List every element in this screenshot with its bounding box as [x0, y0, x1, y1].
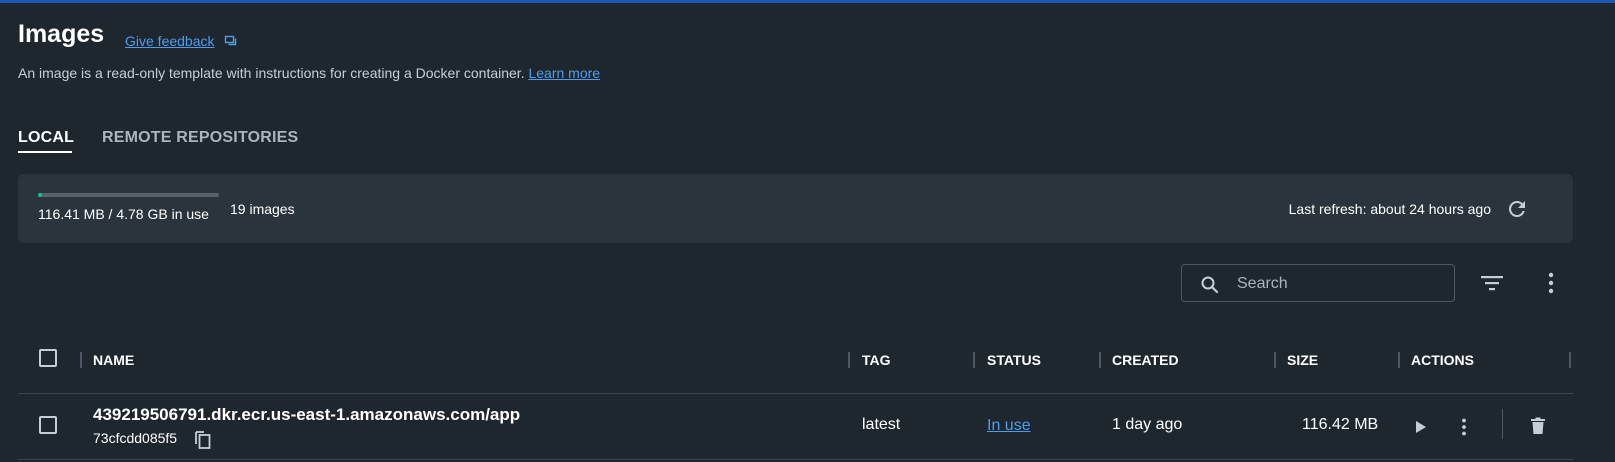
select-all-checkbox[interactable]	[39, 349, 57, 367]
image-name[interactable]: 439219506791.dkr.ecr.us-east-1.amazonaws…	[93, 405, 520, 425]
page-description: An image is a read-only template with in…	[18, 65, 600, 81]
feedback-icon[interactable]	[224, 34, 238, 48]
action-divider	[1502, 409, 1503, 439]
active-tab-indicator	[18, 151, 72, 153]
column-divider	[1569, 352, 1571, 368]
column-divider	[1099, 352, 1101, 368]
page-title: Images	[18, 20, 105, 48]
give-feedback-link[interactable]: Give feedback	[125, 33, 215, 49]
column-divider	[973, 352, 975, 368]
image-id: 73cfcdd085f5	[93, 430, 178, 446]
column-header-tag[interactable]: TAG	[862, 352, 891, 368]
search-box[interactable]	[1181, 264, 1455, 302]
run-icon[interactable]	[1409, 416, 1431, 438]
column-header-size[interactable]: SIZE	[1287, 352, 1318, 368]
image-created: 1 day ago	[1112, 416, 1183, 433]
column-divider	[1274, 352, 1276, 368]
column-divider	[80, 352, 82, 368]
column-header-status[interactable]: STATUS	[987, 352, 1041, 368]
table-divider	[18, 393, 1573, 394]
last-refresh-text: Last refresh: about 24 hours ago	[1288, 201, 1491, 217]
description-text: An image is a read-only template with in…	[18, 65, 529, 81]
row-more-options-icon[interactable]	[1453, 416, 1475, 438]
tab-local[interactable]: LOCAL	[18, 129, 74, 147]
top-accent-bar	[0, 0, 1615, 3]
column-header-actions: ACTIONS	[1411, 352, 1474, 368]
row-checkbox[interactable]	[39, 416, 57, 434]
learn-more-link[interactable]: Learn more	[528, 65, 600, 81]
column-divider	[848, 352, 850, 368]
filter-icon[interactable]	[1479, 270, 1505, 296]
column-header-created[interactable]: CREATED	[1112, 352, 1179, 368]
status-link[interactable]: In use	[987, 417, 1031, 435]
trash-icon[interactable]	[1527, 415, 1549, 437]
search-input[interactable]	[1235, 271, 1449, 297]
image-size: 116.42 MB	[1302, 416, 1379, 433]
tab-remote-repositories[interactable]: REMOTE REPOSITORIES	[102, 129, 298, 147]
search-icon	[1201, 276, 1219, 294]
image-tag: latest	[862, 416, 901, 433]
disk-usage-panel: 116.41 MB / 4.78 GB in use 19 images Las…	[18, 174, 1573, 243]
copy-icon[interactable]	[193, 429, 213, 449]
refresh-icon[interactable]	[1505, 197, 1529, 221]
disk-usage-text: 116.41 MB / 4.78 GB in use	[38, 206, 209, 222]
table-divider	[18, 459, 1573, 460]
column-divider	[1398, 352, 1400, 368]
column-header-name[interactable]: NAME	[93, 352, 134, 368]
disk-usage-bar	[38, 193, 219, 197]
disk-usage-bar-fill	[38, 193, 43, 197]
more-options-icon[interactable]	[1538, 270, 1564, 296]
images-count: 19 images	[230, 201, 295, 217]
